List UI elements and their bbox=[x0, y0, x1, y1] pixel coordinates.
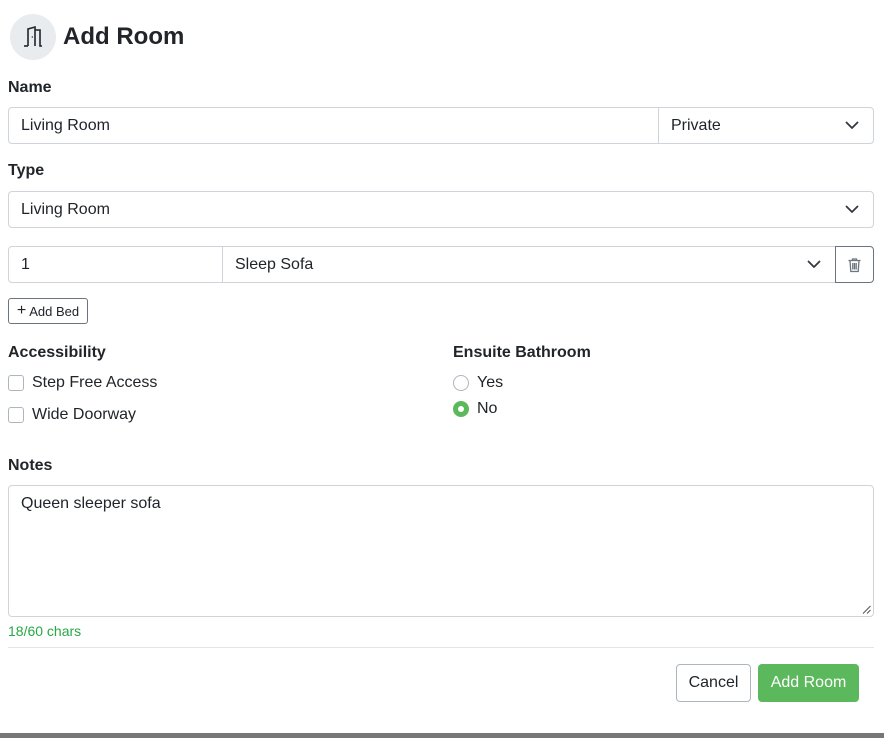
ensuite-no-option[interactable]: No bbox=[453, 400, 497, 418]
wide-doorway-option[interactable]: Wide Doorway bbox=[8, 406, 136, 424]
ensuite-no-radio[interactable] bbox=[453, 401, 469, 417]
bed-quantity-value: 1 bbox=[21, 255, 30, 273]
add-room-button[interactable]: Add Room bbox=[758, 664, 859, 702]
wide-doorway-checkbox[interactable] bbox=[8, 407, 24, 423]
type-select-value: Living Room bbox=[21, 200, 110, 218]
plus-icon: + bbox=[16, 302, 27, 319]
step-free-access-checkbox[interactable] bbox=[8, 375, 24, 391]
cancel-button[interactable]: Cancel bbox=[676, 664, 751, 702]
chevron-down-icon bbox=[845, 205, 859, 213]
delete-bed-button[interactable] bbox=[835, 246, 874, 283]
name-label: Name bbox=[8, 79, 52, 96]
privacy-select-value: Private bbox=[671, 116, 721, 134]
dialog-header: Add Room bbox=[10, 14, 184, 60]
notes-label: Notes bbox=[8, 457, 53, 474]
type-select[interactable]: Living Room bbox=[8, 191, 874, 228]
chevron-down-icon bbox=[807, 260, 821, 268]
notes-value: Queen sleeper sofa bbox=[21, 495, 161, 512]
notes-char-count: 18/60 chars bbox=[8, 623, 82, 639]
bed-quantity-input[interactable]: 1 bbox=[8, 246, 223, 283]
ensuite-yes-label: Yes bbox=[477, 374, 504, 391]
step-free-access-label: Step Free Access bbox=[32, 374, 158, 391]
type-label: Type bbox=[8, 162, 45, 179]
door-icon bbox=[10, 14, 56, 60]
notes-textarea[interactable]: Queen sleeper sofa bbox=[8, 485, 874, 617]
wide-doorway-label: Wide Doorway bbox=[32, 406, 137, 423]
footer-divider bbox=[8, 647, 874, 648]
step-free-access-option[interactable]: Step Free Access bbox=[8, 374, 157, 392]
chevron-down-icon bbox=[845, 121, 859, 129]
bed-type-select[interactable]: Sleep Sofa bbox=[222, 246, 836, 283]
ensuite-label: Ensuite Bathroom bbox=[453, 344, 591, 361]
add-bed-button[interactable]: + Add Bed bbox=[8, 298, 88, 324]
add-bed-label: Add Bed bbox=[29, 303, 80, 319]
accessibility-label: Accessibility bbox=[8, 344, 106, 361]
page-title: Add Room bbox=[63, 23, 185, 50]
name-input[interactable]: Living Room bbox=[8, 107, 659, 144]
ensuite-no-label: No bbox=[477, 400, 498, 417]
resize-handle-icon[interactable] bbox=[862, 605, 871, 614]
trash-icon bbox=[848, 257, 861, 272]
bed-type-value: Sleep Sofa bbox=[235, 255, 314, 273]
privacy-select[interactable]: Private bbox=[658, 107, 874, 144]
ensuite-yes-radio[interactable] bbox=[453, 375, 469, 391]
name-input-value: Living Room bbox=[21, 116, 110, 134]
ensuite-yes-option[interactable]: Yes bbox=[453, 374, 503, 392]
window-bottom-edge bbox=[0, 733, 884, 738]
